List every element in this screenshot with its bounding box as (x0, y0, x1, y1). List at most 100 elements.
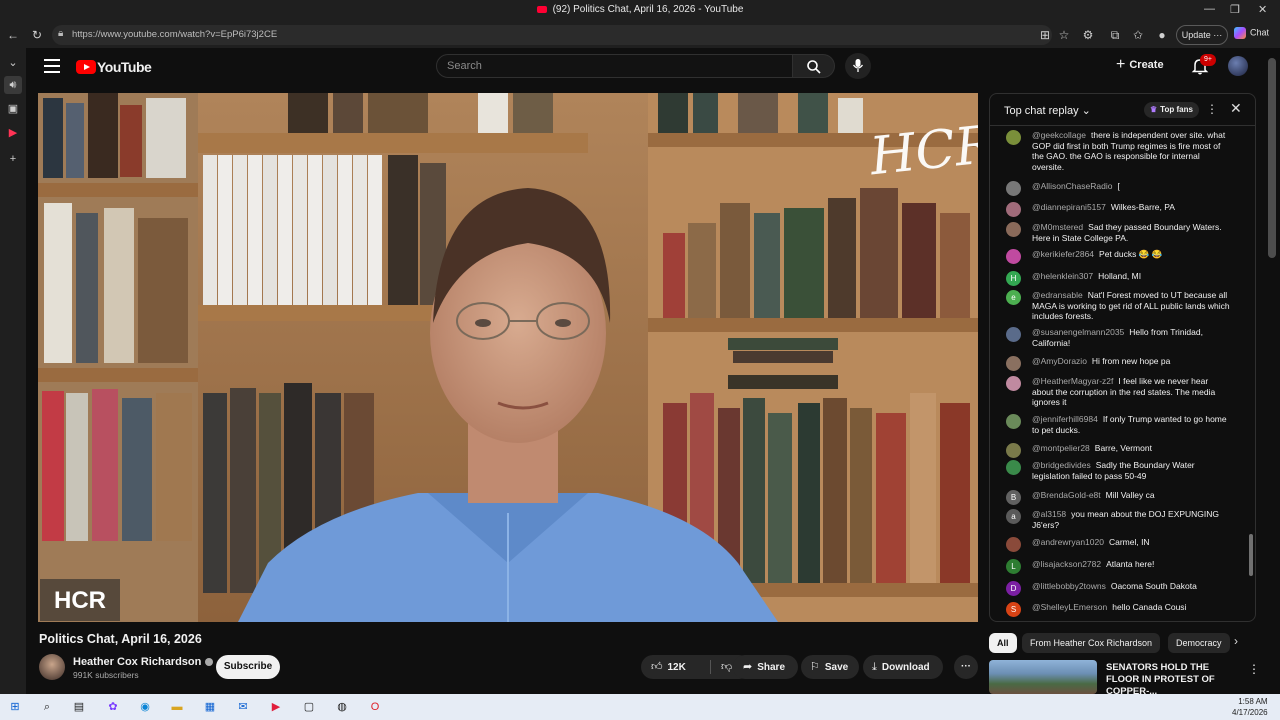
chat-author-name[interactable]: @ShelleyLEmerson (1032, 602, 1107, 612)
search-taskbar-icon[interactable]: ⌕ (38, 698, 56, 716)
chat-author-name[interactable]: @HeatherMagyar-z2f (1032, 376, 1113, 386)
favorites-icon[interactable]: ✩ (1129, 26, 1147, 44)
chat-author-name[interactable]: @al3158 (1032, 509, 1066, 519)
top-fans-button[interactable]: ♛ Top fans (1144, 102, 1199, 118)
windows-start-icon[interactable]: ⊞ (6, 698, 24, 716)
refresh-icon[interactable]: ↻ (28, 26, 46, 44)
chat-author-name[interactable]: @diannepirani5157 (1032, 202, 1106, 212)
edge-icon[interactable]: ◉ (136, 698, 154, 716)
recommendation-more-icon[interactable]: ⋮ (1248, 662, 1260, 676)
opera-icon[interactable]: O (366, 698, 384, 716)
chat-author-name[interactable]: @jenniferhill6984 (1032, 414, 1098, 424)
chat-author-avatar[interactable] (1006, 222, 1021, 237)
chat-author-avatar[interactable]: B (1006, 490, 1021, 505)
chat-author-name[interactable]: @BrendaGold-e8t (1032, 490, 1101, 500)
chat-author-name[interactable]: @edransable (1032, 290, 1083, 300)
page-scrollbar[interactable] (1268, 58, 1276, 258)
address-bar[interactable]: 🔒︎ https://www.youtube.com/watch?v=EpP6i… (52, 25, 1052, 45)
chat-author-avatar[interactable] (1006, 249, 1021, 264)
media-icon[interactable]: ◍ (333, 698, 351, 716)
task-view-icon[interactable]: ▤ (70, 698, 88, 716)
chat-mode-dropdown[interactable]: Top chat replay ⌄ (1004, 104, 1091, 117)
search-input[interactable] (437, 55, 792, 77)
more-actions-button[interactable]: ··· (954, 655, 978, 679)
chat-author-avatar[interactable] (1006, 181, 1021, 196)
chat-author-name[interactable]: @bridgedivides (1032, 460, 1091, 470)
chat-author-name[interactable]: @lisajackson2782 (1032, 559, 1101, 569)
subscribe-button[interactable]: Subscribe (216, 655, 280, 679)
chat-author-avatar[interactable] (1006, 376, 1021, 391)
chat-author-name[interactable]: @littlebobby2towns (1032, 581, 1106, 591)
tab-actions-icon[interactable]: ⌄ (4, 54, 22, 72)
app-icon[interactable]: ▢ (300, 698, 318, 716)
video-player[interactable]: HCR HCR (38, 93, 978, 622)
create-button[interactable]: + Create (1116, 56, 1164, 78)
chat-author-name[interactable]: @kerikiefer2864 (1032, 249, 1094, 259)
store-icon[interactable]: ▦ (201, 698, 219, 716)
chat-author-avatar[interactable]: e (1006, 290, 1021, 305)
youtube-logo[interactable]: YouTube (76, 58, 152, 76)
subscriber-count: 991K subscribers (73, 670, 139, 680)
chat-author-name[interactable]: @AmyDorazio (1032, 356, 1087, 366)
copilot-chat-button[interactable]: Chat (1234, 27, 1269, 39)
chat-author-avatar[interactable]: L (1006, 559, 1021, 574)
download-button[interactable]: ⤓ Download (863, 655, 943, 679)
youtube-tab-icon[interactable]: ▶ (4, 124, 22, 142)
channel-avatar[interactable] (39, 654, 65, 680)
copilot-taskbar-icon[interactable]: ✿ (104, 698, 122, 716)
split-screen-icon[interactable]: ⧉ (1106, 26, 1124, 44)
profile-icon[interactable]: ● (1153, 26, 1171, 44)
voice-search-button[interactable] (845, 53, 871, 79)
chat-author-name[interactable]: @montpelier28 (1032, 443, 1090, 453)
chip-from-channel[interactable]: From Heather Cox Richardson (1022, 633, 1161, 653)
chat-close-icon[interactable]: ✕ (1230, 100, 1242, 117)
chat-author-name[interactable]: @AllisonChaseRadio (1032, 181, 1112, 191)
apps-icon[interactable]: ⊞ (1036, 26, 1054, 44)
tab-icon[interactable]: ▣ (4, 100, 22, 118)
chat-author-avatar[interactable] (1006, 130, 1021, 145)
chat-author-avatar[interactable] (1006, 356, 1021, 371)
menu-icon[interactable] (44, 59, 60, 73)
recommended-video-thumbnail[interactable] (989, 660, 1097, 694)
file-explorer-icon[interactable]: ▬ (168, 698, 186, 716)
minimize-icon[interactable]: — (1204, 3, 1215, 15)
chat-author-name[interactable]: @helenklein307 (1032, 271, 1093, 281)
chat-author-avatar[interactable] (1006, 414, 1021, 429)
back-icon[interactable]: ← (4, 26, 22, 44)
favorite-star-icon[interactable]: ☆ (1055, 26, 1073, 44)
chat-author-name[interactable]: @susanengelmann2035 (1032, 327, 1124, 337)
chip-democracy[interactable]: Democracy (1168, 633, 1230, 653)
chip-all[interactable]: All (989, 633, 1017, 653)
close-window-icon[interactable]: ✕ (1258, 3, 1267, 16)
update-button[interactable]: Update ··· (1176, 25, 1228, 45)
recommended-video-title[interactable]: SENATORS HOLD THE FLOOR IN PROTEST OF CO… (1106, 662, 1231, 698)
chat-author-avatar[interactable] (1006, 460, 1021, 475)
chat-author-avatar[interactable] (1006, 537, 1021, 552)
like-button[interactable]: 👍︎ 12K (651, 655, 686, 680)
audio-tab-icon[interactable]: 🔊︎ (4, 76, 22, 94)
save-button[interactable]: ⚐ Save (801, 655, 859, 679)
chat-author-name[interactable]: @andrewryan1020 (1032, 537, 1104, 547)
chat-author-name[interactable]: @geekcollage (1032, 130, 1086, 140)
outlook-icon[interactable]: ✉ (234, 698, 252, 716)
search-button[interactable] (793, 54, 835, 78)
chat-author-name[interactable]: @M0mstered (1032, 222, 1083, 232)
extensions-icon[interactable]: ⚙ (1079, 26, 1097, 44)
system-clock[interactable]: 1:58 AM 4/17/2026 (1232, 696, 1268, 718)
maximize-icon[interactable]: ❐ (1230, 3, 1240, 16)
chat-scrollbar[interactable] (1249, 534, 1253, 576)
chat-more-icon[interactable]: ⋮ (1206, 102, 1218, 116)
chat-author-avatar[interactable] (1006, 202, 1021, 217)
user-avatar[interactable] (1228, 56, 1248, 76)
youtube-taskbar-icon[interactable]: ▶ (267, 698, 285, 716)
chevron-right-icon[interactable]: › (1234, 634, 1238, 648)
chat-author-avatar[interactable]: S (1006, 602, 1021, 617)
chat-author-avatar[interactable]: H (1006, 271, 1021, 286)
chat-author-avatar[interactable] (1006, 327, 1021, 342)
new-tab-icon[interactable]: + (4, 150, 22, 168)
share-button[interactable]: ➦ Share (733, 655, 798, 679)
chat-author-avatar[interactable]: a (1006, 509, 1021, 524)
chat-author-avatar[interactable]: D (1006, 581, 1021, 596)
chat-author-avatar[interactable] (1006, 443, 1021, 458)
channel-name[interactable]: Heather Cox Richardson (73, 656, 214, 668)
